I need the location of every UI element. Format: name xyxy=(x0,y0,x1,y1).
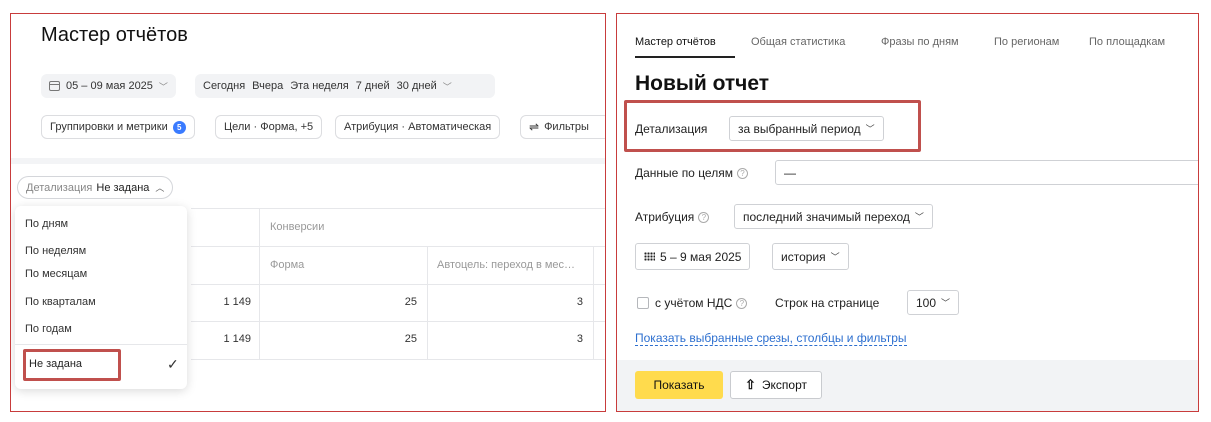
goals-label: Цели · Форма, +5 xyxy=(224,121,314,133)
show-button[interactable]: Показать xyxy=(635,371,723,399)
rows-per-page-select[interactable]: 100 ﹀ xyxy=(907,290,960,315)
rows-per-page-value: 100 xyxy=(916,295,937,310)
calendar-icon xyxy=(49,81,60,91)
attribution-value: последний значимый переход xyxy=(743,209,910,224)
tab-report-master[interactable]: Мастер отчётов xyxy=(635,36,716,48)
page-title: Новый отчет xyxy=(635,72,770,95)
attribution-label-text: Атрибуция xyxy=(635,210,695,224)
quick-date-30days[interactable]: 30 дней xyxy=(397,80,437,92)
check-icon: ✓ xyxy=(167,356,179,372)
table-cell: 1 149 xyxy=(223,296,251,308)
table-col-header[interactable]: Автоцель: переход в мес… xyxy=(437,259,575,271)
attribution-button[interactable]: Атрибуция · Автоматическая xyxy=(335,115,501,139)
detail-value: Не задана xyxy=(96,181,150,194)
quick-date-week[interactable]: Эта неделя xyxy=(290,80,349,92)
history-select[interactable]: история ﹀ xyxy=(772,243,849,270)
export-icon: ⇧ xyxy=(745,377,756,392)
table-row-border xyxy=(191,359,605,360)
rows-per-page-label: Строк на странице xyxy=(775,296,880,310)
table-cell: 25 xyxy=(404,296,417,308)
table-cell: 1 149 xyxy=(223,333,251,345)
quick-date-7days[interactable]: 7 дней xyxy=(356,80,390,92)
highlight-box xyxy=(624,100,921,152)
dropdown-item-months[interactable]: По месяцам xyxy=(25,268,87,280)
tab-by-region[interactable]: По регионам xyxy=(994,36,1059,48)
filter-icon: ⇌ xyxy=(529,120,540,134)
tab-phrases-by-day[interactable]: Фразы по дням xyxy=(881,36,959,48)
dropdown-separator xyxy=(15,344,187,345)
table-header-border xyxy=(191,208,605,209)
history-value: история xyxy=(781,249,826,264)
goals-button[interactable]: Цели · Форма, +5 xyxy=(215,115,323,139)
chevron-down-icon: ﹀ xyxy=(830,252,840,262)
tab-by-placement[interactable]: По площадкам xyxy=(1089,36,1165,48)
chevron-down-icon: ﹀ xyxy=(914,212,924,222)
tab-general-stats[interactable]: Общая статистика xyxy=(751,36,845,48)
dropdown-item-not-set[interactable]: Не задана xyxy=(29,358,82,370)
table-row-border xyxy=(191,321,605,322)
vat-checkbox[interactable] xyxy=(637,297,649,309)
export-label: Экспорт xyxy=(761,378,807,392)
question-icon[interactable]: ? xyxy=(736,298,748,310)
table-col-border xyxy=(259,208,260,359)
chevron-down-icon: ﹀ xyxy=(941,298,951,308)
date-range-label: 05 – 09 мая 2025 xyxy=(66,80,153,92)
question-icon[interactable]: ? xyxy=(698,212,710,224)
attribution-label: Атрибуция? xyxy=(635,210,710,224)
detail-select[interactable]: Детализация Не задана ︿ xyxy=(17,176,174,199)
groupings-count-badge: 5 xyxy=(172,120,186,134)
active-tab-indicator xyxy=(635,56,735,58)
table-group-header: Конверсии xyxy=(270,221,325,233)
grid-calendar-icon xyxy=(644,252,655,261)
chevron-up-icon: ︿ xyxy=(155,183,165,193)
goals-label: Данные по целям? xyxy=(635,166,748,180)
quick-date-today[interactable]: Сегодня xyxy=(203,80,245,92)
table-header-border xyxy=(191,246,605,247)
attribution-label: Атрибуция · Автоматическая xyxy=(344,121,492,133)
section-divider xyxy=(11,158,605,164)
dropdown-item-years[interactable]: По годам xyxy=(25,323,72,335)
chevron-down-icon[interactable]: ﹀ xyxy=(443,80,452,93)
detail-label: Детализация xyxy=(26,181,93,194)
new-report-panel: Мастер отчётов Общая статистика Фразы по… xyxy=(616,13,1199,412)
table-cell: 3 xyxy=(576,296,583,308)
date-range-value: 5 – 9 мая 2025 xyxy=(660,249,742,264)
detail-dropdown-menu: По дням По неделям По месяцам По квартал… xyxy=(15,206,187,389)
table-col-header[interactable]: Форма xyxy=(270,259,304,271)
date-range-button[interactable]: 5 – 9 мая 2025 xyxy=(635,243,751,270)
question-icon[interactable]: ? xyxy=(736,168,748,180)
filters-label: Фильтры xyxy=(544,121,589,133)
goals-value: — xyxy=(784,165,796,180)
quick-date-yesterday[interactable]: Вчера xyxy=(252,80,283,92)
table-cell: 25 xyxy=(404,333,417,345)
vat-label-text: с учётом НДС xyxy=(655,296,733,310)
table-cell: 3 xyxy=(576,333,583,345)
table-col-border xyxy=(593,246,594,359)
page-title: Мастер отчётов xyxy=(41,24,188,46)
goals-label-text: Данные по целям xyxy=(635,166,733,180)
chevron-down-icon: ﹀ xyxy=(158,81,168,92)
vat-label: с учётом НДС? xyxy=(655,296,748,310)
groupings-button[interactable]: Группировки и метрики 5 xyxy=(41,115,195,139)
export-button[interactable]: ⇧ Экспорт xyxy=(730,371,822,399)
filters-button[interactable]: ⇌ Фильтры xyxy=(520,115,605,139)
goals-select[interactable]: — xyxy=(775,160,1198,185)
dropdown-item-weeks[interactable]: По неделям xyxy=(25,245,86,257)
show-selected-slices-link[interactable]: Показать выбранные срезы, столбцы и филь… xyxy=(635,331,907,346)
dropdown-item-days[interactable]: По дням xyxy=(25,218,68,230)
quick-dates-group: Сегодня Вчера Эта неделя 7 дней 30 дней … xyxy=(195,74,495,98)
groupings-label: Группировки и метрики xyxy=(50,121,168,133)
attribution-select[interactable]: последний значимый переход ﹀ xyxy=(734,204,933,229)
table-row-border xyxy=(191,284,605,285)
table-col-border xyxy=(427,246,428,359)
dropdown-item-quarters[interactable]: По кварталам xyxy=(25,296,96,308)
report-master-panel: Мастер отчётов 05 – 09 мая 2025 ﹀ Сегодн… xyxy=(10,13,606,412)
date-range-button[interactable]: 05 – 09 мая 2025 ﹀ xyxy=(41,74,176,98)
